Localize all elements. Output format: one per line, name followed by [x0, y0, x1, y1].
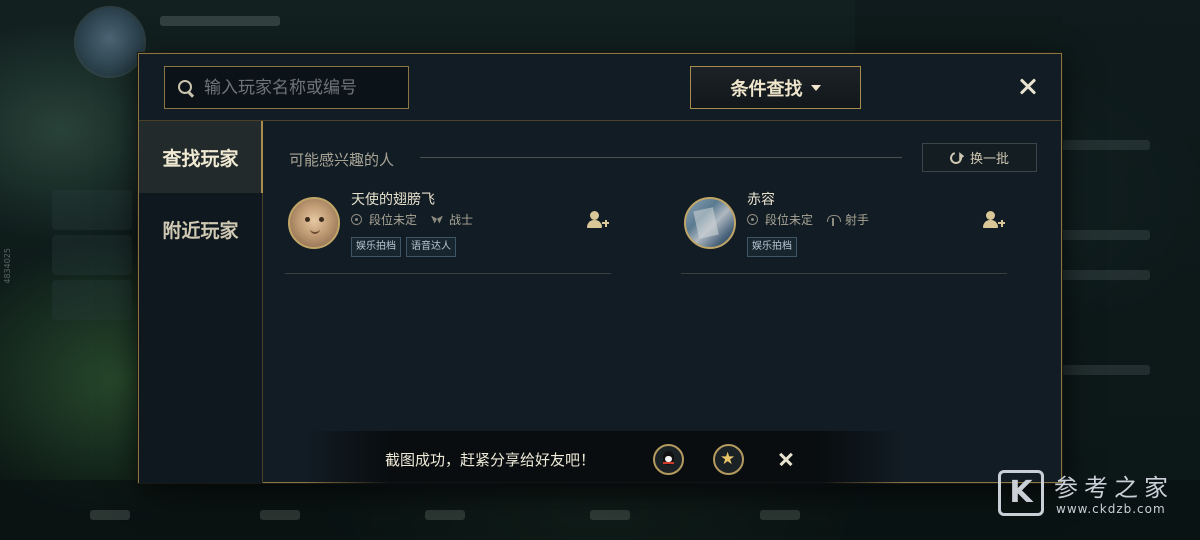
- player-name: 天使的翅膀飞: [351, 192, 435, 208]
- player-card[interactable]: 天使的翅膀飞 段位未定 战士 娱乐拍档 语音达人: [285, 185, 611, 274]
- sidebar-item-find-player[interactable]: 查找玩家: [139, 121, 263, 193]
- marksman-icon: [827, 214, 842, 226]
- sidebar-item-nearby-players[interactable]: 附近玩家: [139, 193, 262, 265]
- sidebar-item-label: 查找玩家: [162, 147, 239, 170]
- fighter-icon: [431, 215, 443, 225]
- toast-message: 截图成功，赶紧分享给好友吧！: [385, 451, 596, 469]
- background-card: [52, 280, 132, 320]
- qq-icon: [663, 451, 674, 465]
- background-row: [1060, 270, 1150, 280]
- background-name-blur: [160, 16, 280, 26]
- dialog-main: 可能感兴趣的人 换一批 天使的翅膀飞 段位未定 战士 娱乐拍档 语音达人 赤容 …: [263, 121, 1061, 483]
- find-player-dialog: 条件查找 查找玩家 附近玩家 可能感兴趣的人 换一批 天使的翅膀飞 段位未定 战…: [138, 53, 1062, 483]
- search-input[interactable]: [204, 77, 394, 98]
- dialog-header: 条件查找: [139, 54, 1061, 121]
- background-row: [1060, 230, 1150, 240]
- rank-icon: [747, 214, 758, 225]
- section-title: 可能感兴趣的人: [289, 151, 395, 169]
- background-bottom-item: [425, 510, 465, 520]
- chevron-down-icon: [810, 84, 821, 91]
- add-friend-icon[interactable]: [587, 211, 609, 229]
- player-role: 战士: [449, 213, 474, 227]
- tag-badge: 娱乐拍档: [747, 237, 797, 257]
- background-card: [52, 190, 132, 230]
- search-box[interactable]: [164, 66, 409, 109]
- player-tags: 娱乐拍档 语音达人: [351, 237, 456, 257]
- star-icon: ★: [720, 449, 736, 469]
- background-card: [52, 235, 132, 275]
- player-meta: 段位未定 战士: [351, 211, 473, 228]
- search-icon: [177, 79, 195, 97]
- player-role: 射手: [845, 213, 870, 227]
- background-side-id: 4834025: [3, 248, 12, 284]
- player-rank: 段位未定: [369, 213, 418, 227]
- player-name: 赤容: [747, 192, 775, 208]
- player-tags: 娱乐拍档: [747, 237, 797, 257]
- background-bottom-item: [260, 510, 300, 520]
- player-rank: 段位未定: [765, 213, 814, 227]
- watermark-title: 参考之家: [1054, 474, 1174, 502]
- toast-close-icon[interactable]: [778, 451, 794, 467]
- close-icon[interactable]: [1017, 76, 1039, 98]
- add-friend-icon[interactable]: [983, 211, 1005, 229]
- background-bottom-item: [760, 510, 800, 520]
- sidebar-item-label: 附近玩家: [162, 219, 239, 242]
- background-avatar: [74, 6, 146, 78]
- tag-badge: 语音达人: [406, 237, 456, 257]
- tag-badge: 娱乐拍档: [351, 237, 401, 257]
- refresh-icon: [947, 149, 965, 166]
- share-favorite-button[interactable]: ★: [713, 444, 744, 475]
- background-bottom-item: [90, 510, 130, 520]
- player-card[interactable]: 赤容 段位未定 射手 娱乐拍档: [681, 185, 1007, 274]
- background-row: [1060, 365, 1150, 375]
- rank-icon: [351, 214, 362, 225]
- watermark-logo: K: [998, 470, 1044, 516]
- watermark: K 参考之家 www.ckdzb.com: [998, 468, 1198, 520]
- dialog-sidebar: 查找玩家 附近玩家: [139, 121, 263, 483]
- background-row: [1060, 140, 1150, 150]
- filter-search-button[interactable]: 条件查找: [690, 66, 861, 109]
- refresh-button[interactable]: 换一批: [922, 143, 1037, 172]
- screenshot-toast: 截图成功，赶紧分享给好友吧！ ★: [305, 431, 905, 487]
- player-meta: 段位未定 射手: [747, 211, 869, 228]
- refresh-label: 换一批: [969, 152, 1009, 167]
- watermark-url: www.ckdzb.com: [1056, 502, 1166, 516]
- section-divider: [420, 157, 902, 158]
- avatar[interactable]: [684, 197, 736, 249]
- filter-search-label: 条件查找: [730, 78, 803, 100]
- background-bottom-item: [590, 510, 630, 520]
- share-qq-button[interactable]: [653, 444, 684, 475]
- avatar[interactable]: [288, 197, 340, 249]
